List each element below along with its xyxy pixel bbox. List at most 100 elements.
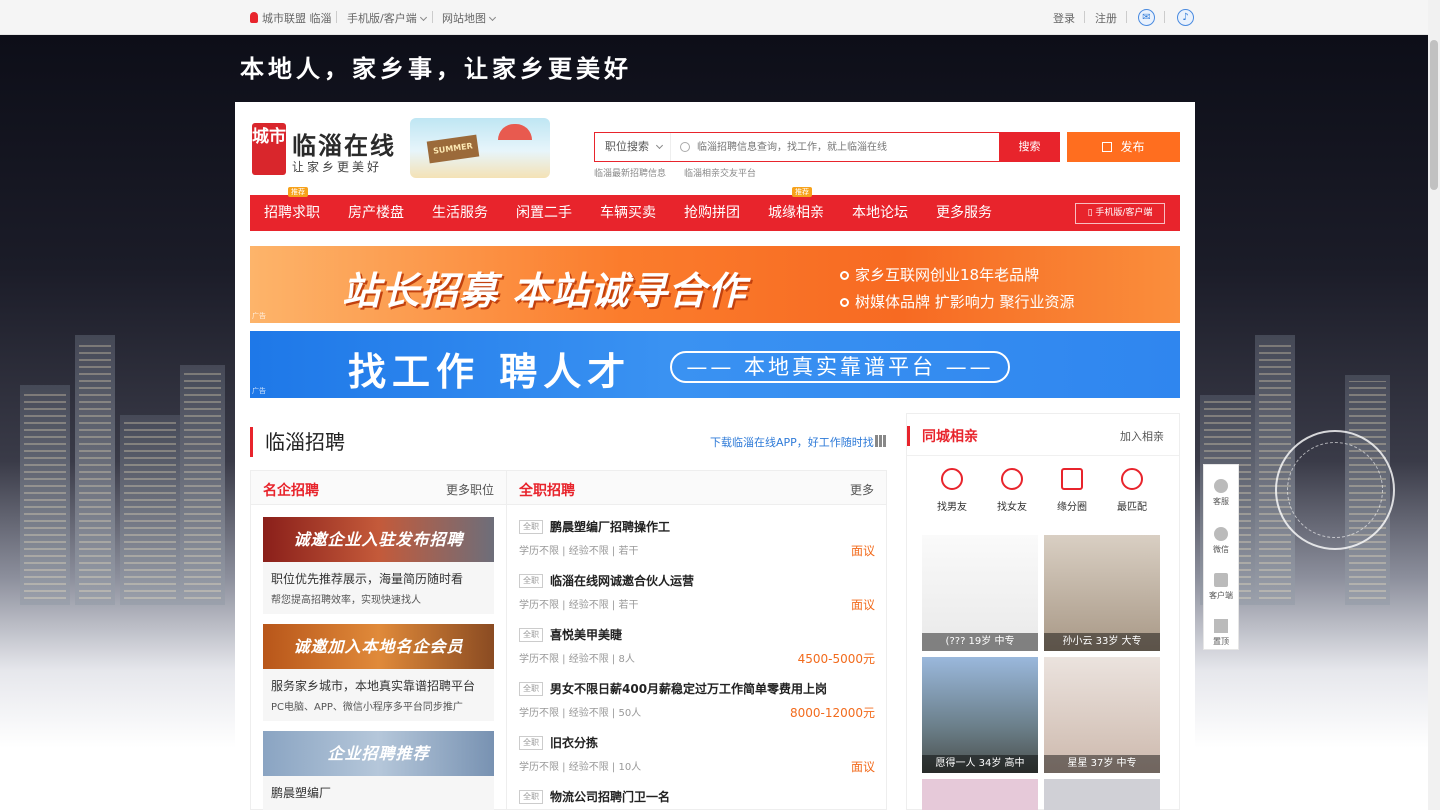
more-link[interactable]: 更多职位: [446, 481, 494, 498]
job-item[interactable]: 全职 男女不限日薪400月薪稳定过万工作简单零费用上岗 学历不限 | 经验不限 …: [519, 680, 875, 734]
nav-item-forum[interactable]: 本地论坛: [852, 195, 908, 231]
job-title: 鹏晨塑编厂招聘操作工: [550, 520, 671, 534]
profile-card[interactable]: [922, 779, 1038, 810]
back-to-top-button[interactable]: 置顶: [1204, 619, 1238, 647]
job-title: 喜悦美甲美睫: [550, 628, 623, 642]
profile-caption: (??? 19岁 中专: [922, 633, 1038, 651]
circle-share-icon: [1061, 468, 1083, 490]
nav-item-housing[interactable]: 房产楼盘: [348, 195, 404, 231]
nav-item-groupbuy[interactable]: 抢购拼团: [684, 195, 740, 231]
job-item[interactable]: 全职 物流公司招聘门卫一名: [519, 788, 875, 810]
qrcode-icon: [1214, 573, 1228, 587]
chevron-down-icon: [419, 13, 427, 22]
umbrella-icon: [498, 124, 532, 140]
panel-title: 同城相亲: [907, 426, 978, 446]
publish-button[interactable]: 发布: [1067, 132, 1180, 162]
nav-item-dating[interactable]: 城缘相亲 推荐: [768, 187, 824, 231]
corp-card[interactable]: 企业招聘推荐 鹏晨塑编厂: [263, 731, 494, 810]
login-link[interactable]: 登录: [1053, 10, 1075, 26]
hot-link[interactable]: 临淄相亲交友平台: [684, 166, 756, 179]
job-item[interactable]: 全职 喜悦美甲美睫 学历不限 | 经验不限 | 8人 4500-5000元: [519, 626, 875, 680]
nav-item-vehicles[interactable]: 车辆买卖: [600, 195, 656, 231]
nav-item-jobs[interactable]: 招聘求职 推荐: [264, 187, 320, 231]
fate-circle-button[interactable]: 缘分圈: [1042, 468, 1102, 513]
wechat-icon[interactable]: ✉: [1138, 9, 1155, 26]
nav-item-services[interactable]: 生活服务: [432, 195, 488, 231]
job-salary: 面议: [850, 598, 875, 612]
ferris-wheel: [1275, 430, 1395, 550]
job-requirements: 学历不限 | 经验不限 | 若干: [519, 600, 639, 611]
profile-card[interactable]: 孙小云 33岁 大专: [1044, 535, 1160, 651]
search-bar: 职位搜索 搜索: [594, 132, 1060, 162]
client-app-button[interactable]: 客户端: [1204, 573, 1238, 601]
find-boyfriend-button[interactable]: 找男友: [922, 468, 982, 513]
search-button[interactable]: 搜索: [999, 132, 1060, 162]
banner-jobs[interactable]: 找工作 聘人才 —— 本地真实靠谱平台 —— 广告: [250, 331, 1180, 398]
banner-title: 找工作 聘人才: [348, 350, 632, 394]
profile-card[interactable]: (??? 19岁 中专: [922, 535, 1038, 651]
job-item[interactable]: 全职 旧衣分拣 学历不限 | 经验不限 | 10人 面议: [519, 734, 875, 788]
job-item[interactable]: 全职 鹏晨塑编厂招聘操作工 学历不限 | 经验不限 | 若干 面议: [519, 518, 875, 572]
qrcode-icon[interactable]: [875, 435, 887, 447]
nav-mobile-button[interactable]: ▯ 手机版/客户端: [1075, 203, 1165, 224]
nav-item-secondhand[interactable]: 闲置二手: [516, 195, 572, 231]
arrow-up-icon: [1214, 619, 1228, 633]
app-download-link[interactable]: 下载临淄在线APP，好工作随时找: [710, 434, 874, 450]
more-link[interactable]: 更多: [850, 481, 874, 498]
notification-bell-icon[interactable]: ♪: [1177, 9, 1194, 26]
job-salary: 面议: [850, 760, 875, 774]
job-item[interactable]: 全职 临淄在线网诚邀合伙人运营 学历不限 | 经验不限 | 若干 面议: [519, 572, 875, 626]
job-salary: 4500-5000元: [797, 652, 875, 666]
main-nav: 招聘求职 推荐 房产楼盘 生活服务 闲置二手 车辆买卖 抢购拼团 城缘相亲 推荐 本…: [250, 187, 1180, 231]
job-type-tag: 全职: [519, 520, 543, 534]
chevron-down-icon: [488, 13, 497, 22]
profile-card[interactable]: 愿得一人 34岁 高中: [922, 657, 1038, 773]
site-slogan: 本地人，家乡事，让家乡更美好: [240, 54, 632, 83]
floating-toolbar: 客服 微信 客户端 置顶: [1203, 464, 1239, 650]
corp-card[interactable]: 诚邀加入本地名企会员 服务家乡城市，本地真实靠谱招聘平台 PC电脑、APP、微信…: [263, 624, 494, 721]
nav-item-more[interactable]: 更多服务: [936, 195, 992, 231]
profile-card[interactable]: [1044, 779, 1160, 810]
search-input[interactable]: [697, 137, 997, 157]
job-title: 物流公司招聘门卫一名: [550, 790, 671, 804]
profile-caption: 孙小云 33岁 大专: [1044, 633, 1160, 651]
search-category-select[interactable]: 职位搜索: [595, 133, 671, 161]
job-requirements: 学历不限 | 经验不限 | 8人: [519, 654, 635, 665]
panel-title: 全职招聘: [519, 483, 575, 499]
page-scrollbar[interactable]: [1428, 0, 1440, 810]
hot-link[interactable]: 临淄最新招聘信息: [594, 166, 666, 179]
location-pin-icon: [250, 12, 258, 23]
banner-point: 树媒体品牌 扩影响力 聚行业资源: [840, 291, 1075, 312]
logo-name[interactable]: 临淄在线: [292, 126, 396, 161]
customer-service-button[interactable]: 客服: [1204, 479, 1238, 507]
wechat-icon: [1214, 527, 1228, 541]
ad-label: 广告: [252, 312, 266, 320]
male-user-icon: [941, 468, 963, 490]
female-user-icon: [1001, 468, 1023, 490]
fulltime-jobs-panel: 全职招聘 更多 全职 鹏晨塑编厂招聘操作工 学历不限 | 经验不限 | 若干 面…: [506, 470, 887, 810]
job-title: 旧衣分拣: [550, 736, 599, 750]
best-match-button[interactable]: 最匹配: [1102, 468, 1162, 513]
city-switch[interactable]: 城市联盟 临淄: [250, 10, 332, 26]
panel-title: 名企招聘: [263, 483, 319, 499]
mobile-version-link[interactable]: 手机版/客户端: [347, 10, 427, 26]
banner-partner-recruit[interactable]: 站长招募 本站诚寻合作 家乡互联网创业18年老品牌 树媒体品牌 扩影响力 聚行业…: [250, 246, 1180, 323]
sitemap-link[interactable]: 网站地图: [442, 10, 497, 26]
job-title: 男女不限日薪400月薪稳定过万工作简单零费用上岗: [550, 682, 828, 696]
scrollbar-thumb[interactable]: [1430, 40, 1438, 190]
profile-card[interactable]: 星星 37岁 中专: [1044, 657, 1160, 773]
edit-icon: [1102, 142, 1113, 152]
recommend-badge: 推荐: [288, 187, 308, 197]
join-dating-link[interactable]: 加入相亲: [1120, 428, 1164, 444]
job-requirements: 学历不限 | 经验不限 | 50人: [519, 708, 642, 719]
corp-card[interactable]: 诚邀企业入驻发布招聘 职位优先推荐展示，海量简历随时看 帮您提高招聘效率，实现快…: [263, 517, 494, 614]
dating-panel: 同城相亲 加入相亲 找男友 找女友 缘分圈 最匹配 (??? 19岁 中专 孙小…: [906, 413, 1180, 810]
job-type-tag: 全职: [519, 736, 543, 750]
job-type-tag: 全职: [519, 628, 543, 642]
recommend-badge: 推荐: [792, 187, 812, 197]
register-link[interactable]: 注册: [1095, 10, 1117, 26]
logo-seal[interactable]: 城市: [252, 123, 286, 175]
wechat-button[interactable]: 微信: [1204, 527, 1238, 555]
find-girlfriend-button[interactable]: 找女友: [982, 468, 1042, 513]
job-type-tag: 全职: [519, 682, 543, 696]
